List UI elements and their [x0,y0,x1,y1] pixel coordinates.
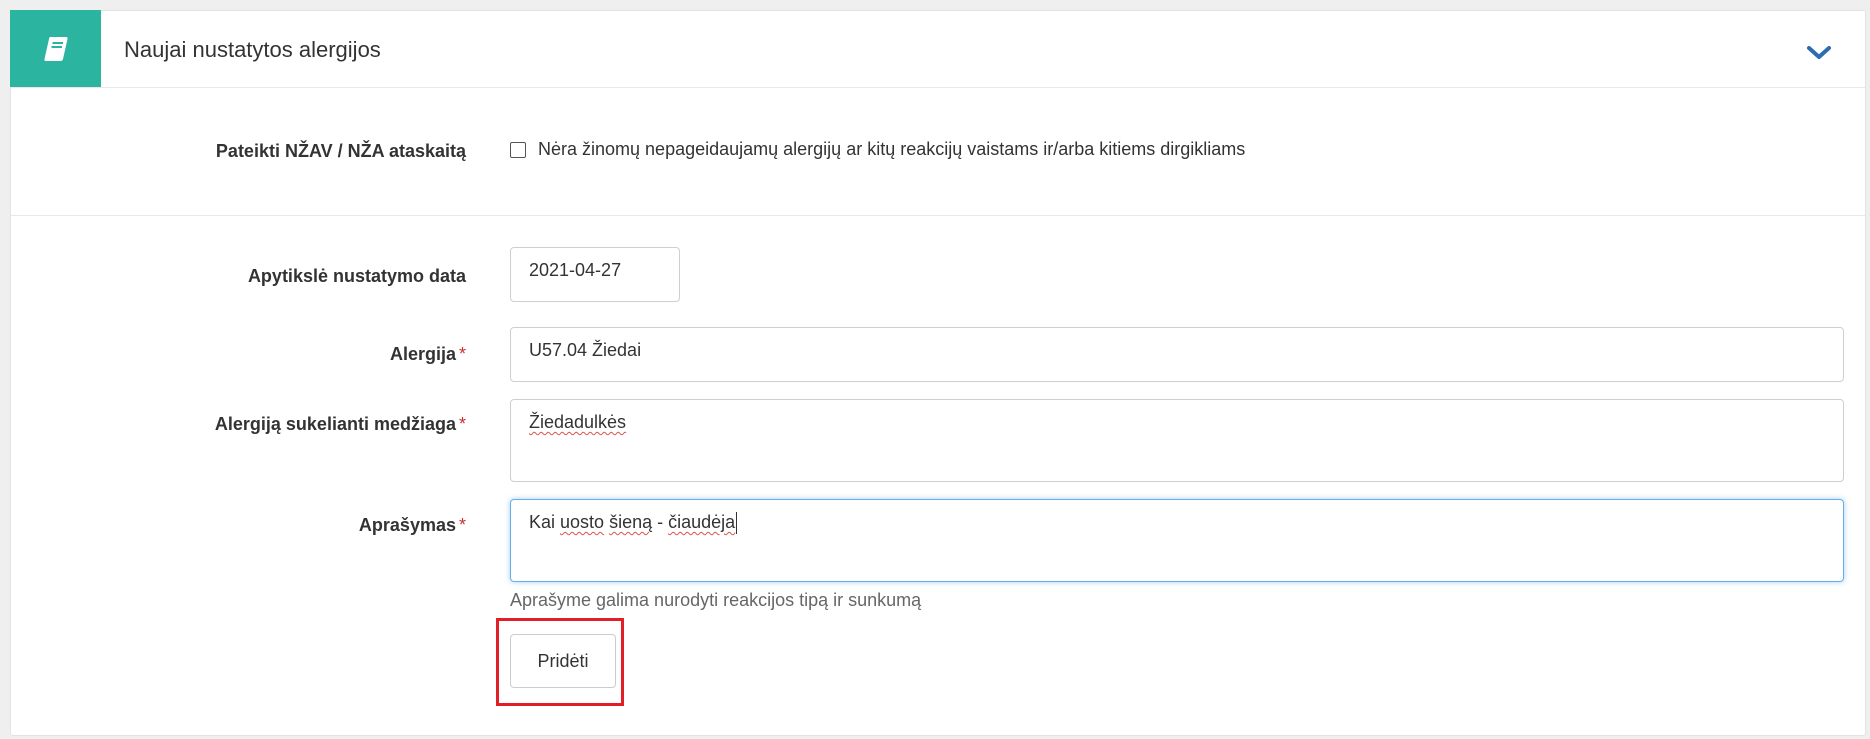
panel-title: Naujai nustatytos alergijos [124,37,381,62]
add-button[interactable]: Pridėti [510,634,616,688]
description-textarea[interactable]: Kai uosto šieną - čiaudėja [510,499,1844,582]
description-help-text: Aprašyme galima nurodyti reakcijos tipą … [510,590,922,610]
substance-label: Alergiją sukelianti medžiaga * [214,414,466,434]
date-input[interactable]: 2021-04-27 [510,247,680,302]
substance-textarea[interactable]: Žiedadulkės [510,399,1844,482]
allergy-input[interactable]: U57.04 Žiedai [510,327,1844,382]
text-caret [736,512,738,535]
date-label: Apytikslė nustatymo data [247,266,466,286]
allergy-label: Alergija * [389,344,466,364]
description-label: Aprašymas * [358,515,466,535]
no-allergies-checkbox-label[interactable]: Nėra žinomų nepageidaujamų alergijų ar k… [538,139,1245,160]
no-allergies-checkbox[interactable] [510,142,526,158]
report-label: Pateikti NŽAV / NŽA ataskaitą [215,141,466,161]
panel-header[interactable]: Naujai nustatytos alergijos [10,10,1866,88]
chevron-down-icon[interactable] [1805,44,1833,62]
